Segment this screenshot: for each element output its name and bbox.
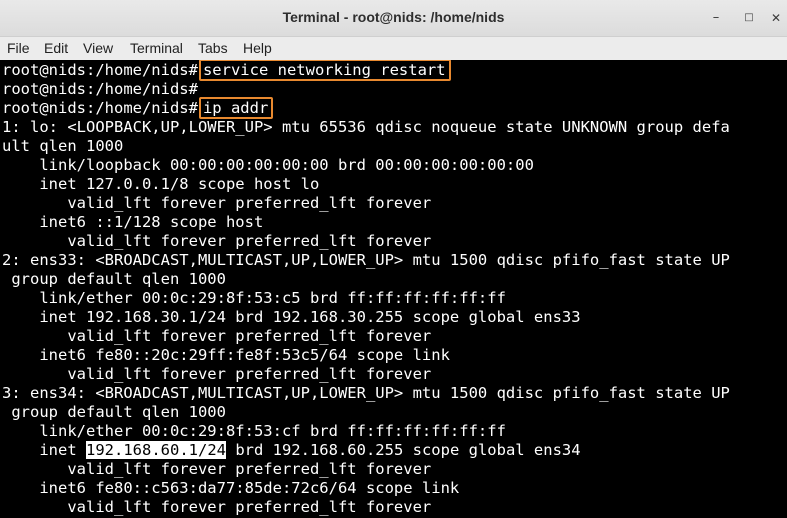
output-text: brd 192.168.60.255 scope global ens34 xyxy=(225,441,581,459)
terminal-line: 2: ens33: <BROADCAST,MULTICAST,UP,LOWER_… xyxy=(2,251,730,269)
minimize-icon[interactable]: – xyxy=(706,8,726,28)
terminal-output[interactable]: root@nids:/home/nids# service networking … xyxy=(0,60,787,518)
highlighted-command: ip addr xyxy=(198,97,274,119)
highlighted-ip-address: 192.168.60.1/24 xyxy=(86,441,226,459)
terminal-line: link/loopback 00:00:00:00:00:00 brd 00:0… xyxy=(2,156,534,174)
terminal-line: ult qlen 1000 xyxy=(2,137,124,155)
terminal-line: valid_lft forever preferred_lft forever xyxy=(2,460,432,478)
terminal-line: group default qlen 1000 xyxy=(2,270,226,288)
terminal-line: valid_lft forever preferred_lft forever xyxy=(2,498,432,516)
menu-terminal[interactable]: Terminal xyxy=(130,40,183,56)
terminal-line: inet6 ::1/128 scope host xyxy=(2,213,264,231)
terminal-line: 1: lo: <LOOPBACK,UP,LOWER_UP> mtu 65536 … xyxy=(2,118,730,136)
shell-prompt: root@nids:/home/nids# xyxy=(2,99,198,117)
terminal-line: inet 127.0.0.1/8 scope host lo xyxy=(2,175,320,193)
terminal-line: inet6 fe80::20c:29ff:fe8f:53c5/64 scope … xyxy=(2,346,450,364)
menu-view[interactable]: View xyxy=(83,40,113,56)
menu-edit[interactable]: Edit xyxy=(44,40,68,56)
terminal-line: valid_lft forever preferred_lft forever xyxy=(2,194,432,212)
terminal-line: valid_lft forever preferred_lft forever xyxy=(2,365,432,383)
menu-help[interactable]: Help xyxy=(243,40,272,56)
menu-tabs[interactable]: Tabs xyxy=(198,40,228,56)
terminal-line: 3: ens34: <BROADCAST,MULTICAST,UP,LOWER_… xyxy=(2,384,730,402)
window-title: Terminal - root@nids: /home/nids xyxy=(282,9,505,25)
close-icon[interactable]: ✕ xyxy=(766,8,786,28)
terminal-line: link/ether 00:0c:29:8f:53:cf brd ff:ff:f… xyxy=(2,422,506,440)
terminal-line: root@nids:/home/nids# xyxy=(2,80,198,99)
terminal-line: inet6 fe80::c563:da77:85de:72c6/64 scope… xyxy=(2,479,460,497)
maximize-icon[interactable]: □ xyxy=(739,8,759,28)
menu-bar: File Edit View Terminal Tabs Help xyxy=(0,37,787,60)
title-bar[interactable]: Terminal - root@nids: /home/nids – □ ✕ xyxy=(0,0,787,37)
terminal-line: inet 192.168.30.1/24 brd 192.168.30.255 … xyxy=(2,308,581,326)
terminal-window: Terminal - root@nids: /home/nids – □ ✕ F… xyxy=(0,0,787,518)
menu-file[interactable]: File xyxy=(7,40,30,56)
shell-prompt: root@nids:/home/nids# xyxy=(2,61,198,79)
highlighted-command: service networking restart xyxy=(198,60,451,81)
terminal-line: root@nids:/home/nids# ip addr xyxy=(2,97,274,119)
terminal-line: valid_lft forever preferred_lft forever xyxy=(2,232,432,250)
shell-prompt: root@nids:/home/nids# xyxy=(2,80,198,98)
terminal-line: link/ether 00:0c:29:8f:53:c5 brd ff:ff:f… xyxy=(2,289,506,307)
terminal-line: inet 192.168.60.1/24 brd 192.168.60.255 … xyxy=(2,441,581,460)
terminal-line: group default qlen 1000 xyxy=(2,403,226,421)
output-text: inet xyxy=(2,441,86,459)
terminal-line: valid_lft forever preferred_lft forever xyxy=(2,327,432,345)
terminal-line: root@nids:/home/nids# service networking … xyxy=(2,60,451,81)
